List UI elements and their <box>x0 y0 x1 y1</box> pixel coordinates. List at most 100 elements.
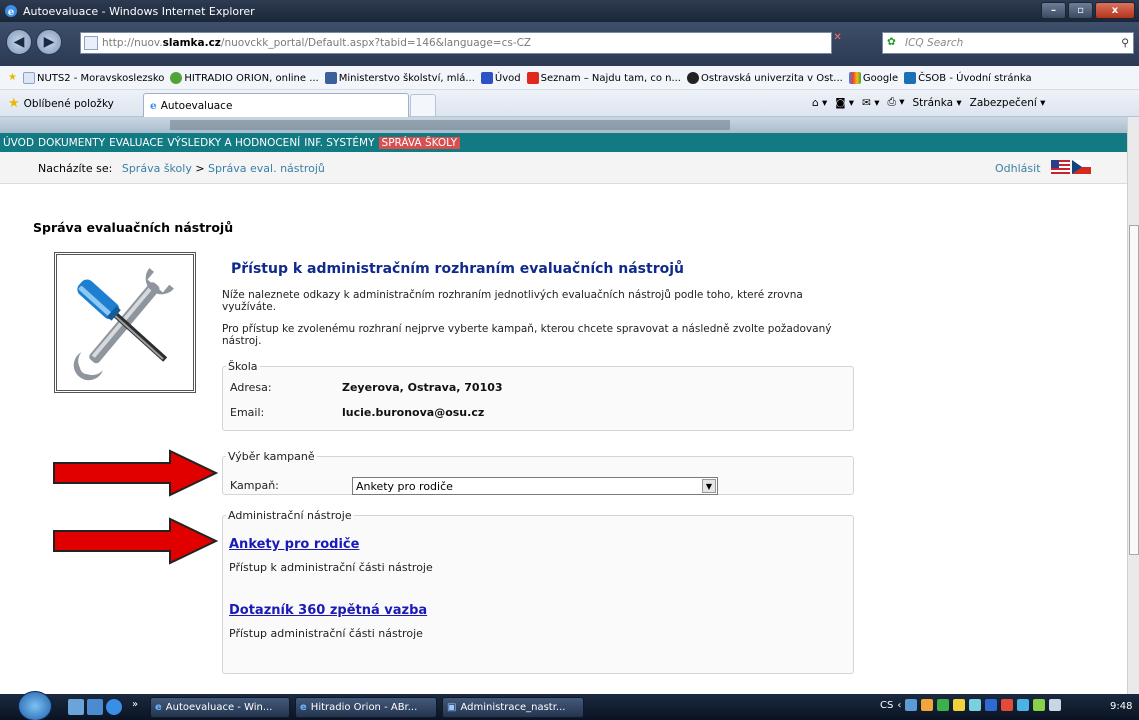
window-titlebar: e Autoevaluace - Windows Internet Explor… <box>0 0 1139 22</box>
czech-flag-icon[interactable] <box>1072 160 1091 174</box>
tray-app-icon[interactable] <box>985 699 998 711</box>
language-indicator[interactable]: CS <box>880 700 893 711</box>
campaign-selected-value: Ankety pro rodiče <box>356 479 453 493</box>
tools-fieldset: Administrační nástroje <box>222 509 854 674</box>
quicklaunch-overflow-icon[interactable]: » <box>132 699 138 710</box>
home-icon[interactable]: ⌂ ▾ <box>812 97 827 109</box>
window-title: Autoevaluace - Windows Internet Explorer <box>23 4 255 18</box>
menu-item-uvod[interactable]: ÚVOD <box>3 137 34 149</box>
instructions-paragraph: Pro přístup ke zvolenému rozhraní nejprv… <box>222 323 832 347</box>
tool-desc-ankety: Přístup k administrační části nástroje <box>229 561 433 574</box>
fav-item-osu[interactable]: Ostravská univerzita v Ost... <box>687 71 843 84</box>
seznam-icon <box>526 71 539 84</box>
csob-icon <box>904 71 917 84</box>
new-tab-button[interactable] <box>410 94 436 117</box>
favorites-star-icon: ★ <box>8 96 20 111</box>
breadcrumb: Nacházíte se: Správa školy > Správa eval… <box>0 152 1127 184</box>
english-flag-icon[interactable] <box>1051 160 1070 174</box>
page-content: ÚVOD DOKUMENTY EVALUACE VÝSLEDKY A HODNO… <box>0 117 1127 694</box>
tool-link-ankety[interactable]: Ankety pro rodiče <box>229 537 359 552</box>
favorites-star-icon[interactable]: ★ <box>8 72 17 83</box>
back-button[interactable]: ◀ <box>6 29 32 55</box>
tab-autoevaluace[interactable]: e Autoevaluace <box>143 93 409 117</box>
address-bar[interactable]: http://nuov. slamka.cz/nuovckk_portal/Def… <box>80 32 832 54</box>
menu-item-evaluace[interactable]: EVALUACE <box>109 137 163 149</box>
menu-item-inf-systemy[interactable]: INF. SYSTÉMY <box>304 137 374 149</box>
network-icon[interactable] <box>1033 699 1046 711</box>
search-box[interactable]: ✿ ICQ Search ⚲ <box>882 32 1134 54</box>
tool-link-dotaznik[interactable]: Dotazník 360 zpětná vazba <box>229 603 427 618</box>
tray-app-icon[interactable] <box>1017 699 1030 711</box>
search-icon[interactable]: ⚲ <box>1121 37 1129 49</box>
tray-expand-icon[interactable]: ‹ <box>897 700 901 711</box>
stop-icon[interactable]: ✕ <box>833 32 841 43</box>
command-bar: ⌂ ▾ ◙ ▾ ✉ ▾ ⎙ ▾ Stránka ▾ Zabezpečení ▾ <box>812 96 1045 109</box>
logout-link[interactable]: Odhlásit <box>995 162 1041 175</box>
site-menu: ÚVOD DOKUMENTY EVALUACE VÝSLEDKY A HODNO… <box>0 133 1127 152</box>
fav-item-csob[interactable]: ČSOB - Úvodní stránka <box>904 71 1032 84</box>
mail-icon[interactable]: ✉ ▾ <box>862 97 879 109</box>
refresh-icon[interactable]: ⟳ <box>821 32 829 43</box>
switch-windows-icon[interactable] <box>87 699 103 715</box>
osu-icon <box>687 71 699 84</box>
address-suffix: /nuovckk_portal/Default.aspx?tabid=146&l… <box>220 37 532 49</box>
chevron-down-icon[interactable]: ▼ <box>702 479 716 493</box>
tray-app-icon[interactable] <box>1001 699 1014 711</box>
breadcrumb-sprava-nastroju[interactable]: Správa eval. nástrojů <box>208 162 325 175</box>
menu-item-sprava-skoly[interactable]: SPRÁVA ŠKOLY <box>378 136 461 149</box>
main-heading: Přístup k administračním rozhraním evalu… <box>231 261 684 277</box>
address-value: Zeyerova, Ostrava, 70103 <box>342 381 503 394</box>
fav-item-nuts2[interactable]: NUTS2 - Moravskoslezsko <box>22 71 164 84</box>
favorites-bar: ★ NUTS2 - Moravskoslezsko HITRADIO ORION… <box>0 66 1139 90</box>
fav-item-uvod[interactable]: Úvod <box>480 71 521 84</box>
clock[interactable]: 9:48 <box>1110 701 1132 712</box>
tray-app-icon[interactable] <box>905 699 918 711</box>
page-title: Správa evaluačních nástrojů <box>33 220 234 235</box>
dropdown-icon[interactable]: ▾ <box>812 32 817 43</box>
word-doc-icon: ▣ <box>447 702 457 713</box>
volume-icon[interactable] <box>1049 699 1062 711</box>
fav-item-seznam[interactable]: Seznam – Najdu tam, co n... <box>526 71 681 84</box>
tray-app-icon[interactable] <box>937 699 950 711</box>
tray-app-icon[interactable] <box>969 699 982 711</box>
fav-item-hitradio[interactable]: HITRADIO ORION, online ... <box>170 71 319 84</box>
google-icon <box>848 71 861 84</box>
breadcrumb-separator: > <box>195 162 205 175</box>
scrollbar-thumb[interactable] <box>1129 225 1139 555</box>
task-hitradio[interactable]: e Hitradio Orion - ABr... <box>295 697 437 718</box>
ie-quicklaunch-icon[interactable] <box>106 699 122 715</box>
menu-item-dokumenty[interactable]: DOKUMENTY <box>38 137 105 149</box>
print-icon[interactable]: ⎙ ▾ <box>887 96 904 109</box>
tray-app-icon[interactable] <box>953 699 966 711</box>
fav-item-google[interactable]: Google <box>848 71 898 84</box>
close-button[interactable]: x <box>1095 2 1135 19</box>
forward-button[interactable]: ▶ <box>36 29 62 55</box>
fav-item-msmt[interactable]: Ministerstvo školství, mlá... <box>324 71 475 84</box>
maximize-button[interactable]: ▫ <box>1068 2 1093 19</box>
task-autoevaluace[interactable]: e Autoevaluace - Win... <box>150 697 290 718</box>
minimize-button[interactable]: – <box>1041 2 1066 19</box>
search-placeholder: ICQ Search <box>905 37 964 49</box>
forward-arrow-icon: ▶ <box>43 34 55 50</box>
favorites-button[interactable]: ★ Oblíbené položky <box>8 96 114 111</box>
breadcrumb-sprava-skoly[interactable]: Správa školy <box>122 162 192 175</box>
show-desktop-icon[interactable] <box>68 699 84 715</box>
campaign-label: Kampaň: <box>230 479 279 492</box>
tray-app-icon[interactable] <box>921 699 934 711</box>
safety-menu[interactable]: Zabezpečení ▾ <box>970 97 1046 109</box>
address-tools: ▾ ⟳ ✕ <box>812 32 842 43</box>
taskbar: » e Autoevaluace - Win... e Hitradio Orion… <box>0 691 1139 720</box>
campaign-select[interactable]: Ankety pro rodiče ▼ <box>352 477 718 495</box>
start-button[interactable] <box>18 691 52 720</box>
email-label: Email: <box>230 406 265 419</box>
address-prefix: http://nuov. <box>102 37 163 49</box>
system-tray: CS ‹ <box>880 699 1062 711</box>
school-legend: Škola <box>228 360 258 373</box>
task-administrace[interactable]: ▣ Administrace_nastr... <box>442 697 584 718</box>
back-arrow-icon: ◀ <box>13 34 25 50</box>
menu-item-vysledky[interactable]: VÝSLEDKY A HODNOCENÍ <box>167 137 300 149</box>
vertical-scrollbar[interactable] <box>1127 117 1139 694</box>
page-menu[interactable]: Stránka ▾ <box>913 97 962 109</box>
red-arrow-icon <box>53 517 218 565</box>
feeds-icon[interactable]: ◙ ▾ <box>835 97 854 109</box>
